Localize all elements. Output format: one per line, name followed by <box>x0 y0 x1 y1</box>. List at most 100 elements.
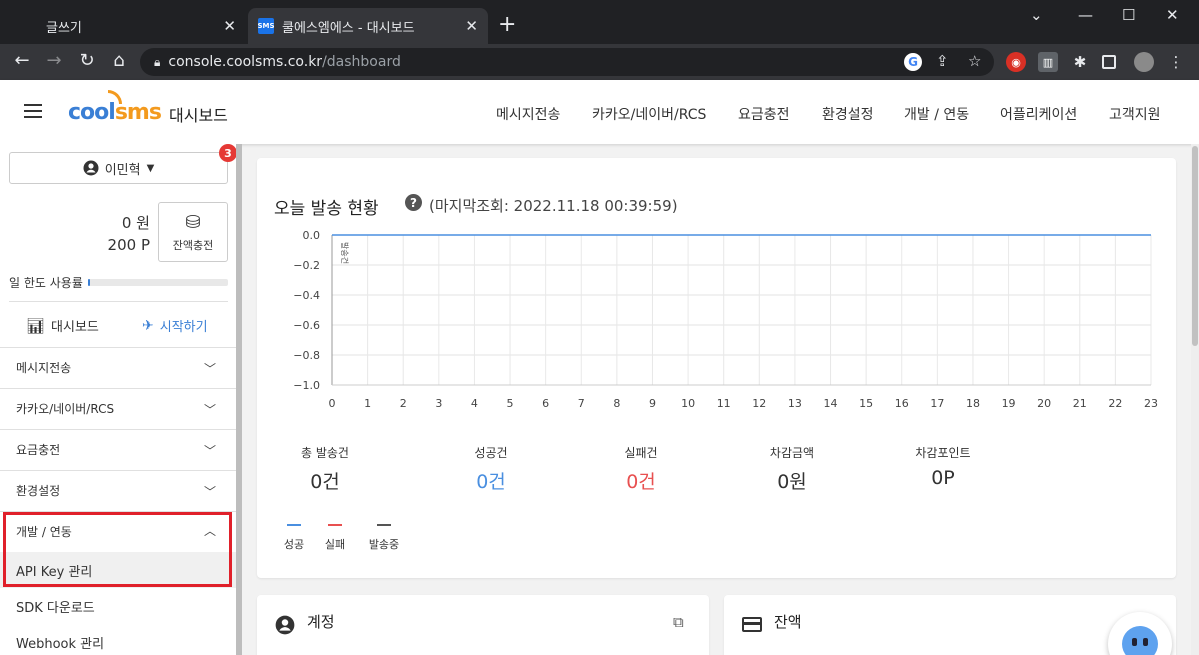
chart-x-tick-label: 14 <box>824 397 838 410</box>
annotation-highlight-box <box>3 512 232 587</box>
chart-y-axis-label: 발송건 <box>340 242 350 264</box>
profile-avatar[interactable] <box>1134 52 1154 72</box>
back-arrow-icon[interactable]: ← <box>10 50 34 71</box>
getting-started-link[interactable]: ✈ 시작하기 <box>142 316 208 336</box>
side-panel-icon[interactable] <box>1102 55 1116 69</box>
browser-tab-inactive[interactable]: 글쓰기 ✕ <box>8 8 246 44</box>
home-icon[interactable]: ⌂ <box>107 50 131 71</box>
coolsms-favicon-icon: SMS <box>257 18 275 34</box>
chart-x-tick-label: 11 <box>717 397 731 410</box>
chart-x-tick-label: 23 <box>1144 397 1158 410</box>
legend-success[interactable]: 성공 <box>274 524 314 552</box>
chevron-down-icon: ﹀ <box>203 362 216 376</box>
dashboard-link[interactable]: 📊︎ 대시보드 <box>26 316 99 336</box>
bookmark-star-icon[interactable]: ☆ <box>968 52 981 70</box>
topnav-item[interactable]: 어플리케이션 <box>1000 104 1077 124</box>
topnav-item[interactable]: 환경설정 <box>822 104 874 124</box>
chart-x-tick-label: 13 <box>788 397 802 410</box>
recharge-button[interactable]: ⛁ 잔액충전 <box>158 202 228 262</box>
topnav-item[interactable]: 고객지원 <box>1109 104 1161 124</box>
sidebar-menu-settings[interactable]: 환경설정 ﹀ <box>0 470 236 510</box>
chart-x-tick-label: 19 <box>1002 397 1016 410</box>
chart-x-tick-label: 21 <box>1073 397 1087 410</box>
account-card-title: 계정 <box>307 613 335 631</box>
tab-title: 쿨에스엠에스 - 대시보드 <box>282 20 415 36</box>
close-tab-icon[interactable]: ✕ <box>223 17 236 35</box>
lock-icon: 🔒︎ <box>154 54 161 69</box>
chart-x-tick-label: 5 <box>507 397 514 410</box>
send-status-chart: 0.0−0.2−0.4−0.6−0.8−1.00 1 2 3 4 5 6 7 8 9 10 11 12 1… <box>293 229 1158 410</box>
chart-x-tick-label: 16 <box>895 397 909 410</box>
chart-x-tick-label: 6 <box>542 397 549 410</box>
user-account-icon <box>83 160 99 176</box>
credit-card-icon <box>742 617 762 632</box>
reload-icon[interactable]: ↻ <box>75 50 99 71</box>
window-close-icon[interactable]: ✕ <box>1166 6 1179 24</box>
forward-arrow-icon[interactable]: → <box>42 50 66 71</box>
hamburger-menu-icon[interactable] <box>24 104 42 118</box>
extension-red-icon[interactable]: ◉ <box>1006 52 1026 72</box>
minimize-icon[interactable]: — <box>1078 6 1093 24</box>
url-path: /dashboard <box>322 54 401 70</box>
topnav-item[interactable]: 요금충전 <box>738 104 790 124</box>
legend-failed[interactable]: 실패 <box>315 524 355 552</box>
chevron-down-icon: ﹀ <box>203 444 216 458</box>
chart-x-tick-label: 20 <box>1037 397 1051 410</box>
share-icon[interactable]: ⇪ <box>936 52 949 70</box>
chart-x-tick-label: 1 <box>364 397 371 410</box>
topnav-item[interactable]: 카카오/네이버/RCS <box>592 104 706 124</box>
divider <box>9 301 228 302</box>
sidebar-menu-kakao[interactable]: 카카오/네이버/RCS ﹀ <box>0 388 236 428</box>
sidebar-scrollbar[interactable] <box>236 144 242 655</box>
google-translate-icon[interactable]: G <box>904 53 922 71</box>
maximize-icon[interactable]: ☐ <box>1122 6 1135 24</box>
balance-point: 200 P <box>107 236 150 254</box>
topnav-item[interactable]: 메시지전송 <box>496 104 560 124</box>
sidebar-menu-messaging[interactable]: 메시지전송 ﹀ <box>0 347 236 387</box>
chart-x-tick-label: 8 <box>613 397 620 410</box>
main-scrollbar-thumb[interactable] <box>1192 146 1198 346</box>
chart-y-tick-label: −0.6 <box>293 319 320 332</box>
address-bar[interactable]: 🔒︎ console.coolsms.co.kr/dashboard G ⇪ ☆ <box>140 48 994 76</box>
chart-x-tick-label: 18 <box>966 397 980 410</box>
getting-started-label: 시작하기 <box>159 320 208 335</box>
topnav-item[interactable]: 개발 / 연동 <box>904 104 969 124</box>
bar-chart-icon: 📊︎ <box>26 316 46 335</box>
sidebar-sub-sdk[interactable]: SDK 다운로드 <box>0 588 236 624</box>
chart-y-tick-label: −0.8 <box>293 349 320 362</box>
tab-search-chevron-icon[interactable]: ⌄ <box>1030 6 1043 24</box>
logo-wave-icon <box>108 90 122 104</box>
stat-deducted-amount: 차감금액 0원 <box>769 446 815 493</box>
chart-x-tick-label: 10 <box>681 397 695 410</box>
chart-y-tick-label: −1.0 <box>293 379 320 392</box>
legend-sending[interactable]: 발송중 <box>363 524 405 552</box>
chart-x-tick-label: 9 <box>649 397 656 410</box>
chart-x-tick-label: 0 <box>329 397 336 410</box>
sidebar-sub-webhook[interactable]: Webhook 관리 <box>0 624 236 655</box>
close-tab-icon[interactable]: ✕ <box>465 17 478 35</box>
extension-gray-icon[interactable]: ▥ <box>1038 52 1058 72</box>
coins-icon: ⛁ <box>185 211 201 233</box>
today-status-card: 오늘 발송 현황 ? (마지막조회: 2022.11.18 00:39:59) … <box>257 158 1176 578</box>
chevron-down-icon: ﹀ <box>203 403 216 417</box>
chart-x-tick-label: 7 <box>578 397 585 410</box>
chart-x-tick-label: 2 <box>400 397 407 410</box>
browser-tab-active[interactable]: SMS 쿨에스엠에스 - 대시보드 ✕ <box>248 8 488 44</box>
chart-x-tick-label: 4 <box>471 397 478 410</box>
browser-menu-icon[interactable]: ⋮ <box>1166 52 1186 72</box>
sidebar-menu-recharge[interactable]: 요금충전 ﹀ <box>0 429 236 469</box>
chevron-down-icon: ﹀ <box>203 485 216 499</box>
account-card: 계정 ⧉ <box>257 595 709 655</box>
stat-failed: 실패건 0건 <box>624 446 658 493</box>
caret-down-icon: ▼ <box>146 162 155 174</box>
daily-limit-fill <box>88 279 91 286</box>
user-menu-button[interactable]: 이민혁 ▼ <box>9 152 228 184</box>
chart-x-tick-label: 15 <box>859 397 873 410</box>
recharge-label: 잔액충전 <box>172 238 214 252</box>
open-external-icon[interactable]: ⧉ <box>673 613 684 631</box>
chart-x-tick-label: 17 <box>930 397 944 410</box>
balance-won: 0 원 <box>121 214 150 232</box>
chart-y-tick-label: −0.4 <box>293 289 320 302</box>
extensions-puzzle-icon[interactable]: ✱ <box>1070 52 1090 72</box>
new-tab-icon[interactable]: + <box>498 12 516 37</box>
